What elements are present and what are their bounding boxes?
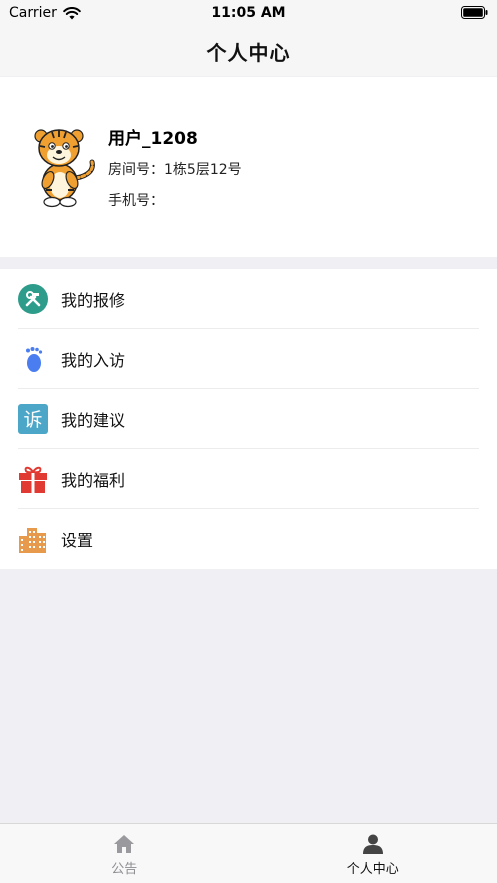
buildings-icon [18, 524, 48, 554]
menu-label-benefits: 我的福利 [61, 471, 126, 490]
status-bar: Carrier 11:05 AM [0, 0, 497, 26]
home-icon [114, 835, 135, 853]
tab-profile[interactable]: 个人中心 [249, 824, 497, 883]
gift-icon [18, 464, 48, 494]
footprint-icon [18, 344, 48, 374]
phone-number: 手机号： [108, 193, 164, 209]
tab-announcements[interactable]: 公告 [0, 824, 249, 883]
menu-label-visits: 我的入访 [61, 351, 126, 370]
tab-label-profile: 个人中心 [346, 862, 399, 877]
complaint-glyph: 诉 [23, 409, 42, 431]
menu-item-repair[interactable]: 我的报修 [0, 269, 497, 329]
menu-label-settings: 设置 [61, 531, 94, 550]
wrench-hammer-icon [18, 284, 48, 314]
battery-icon [461, 6, 488, 19]
menu-item-suggestions[interactable]: 诉 我的建议 [0, 389, 497, 449]
username: 用户_1208 [108, 129, 198, 149]
status-time: 11:05 AM [211, 5, 286, 21]
tiger-avatar-icon[interactable] [22, 122, 98, 208]
person-icon [362, 834, 383, 854]
page-title: 个人中心 [206, 40, 291, 65]
complaint-icon: 诉 [18, 404, 48, 434]
room-number: 房间号：1栋5层12号 [108, 162, 242, 178]
menu-label-repair: 我的报修 [61, 291, 126, 310]
menu-item-visits[interactable]: 我的入访 [0, 329, 497, 389]
tab-label-announcements: 公告 [111, 862, 138, 877]
screen: Carrier 11:05 AM 个人中心 用户_1208 房间号：1栋5层12… [0, 0, 497, 883]
nav-bar: 个人中心 [0, 26, 497, 76]
menu-item-benefits[interactable]: 我的福利 [0, 449, 497, 509]
menu-item-settings[interactable]: 设置 [0, 509, 497, 569]
tab-bar: 公告 个人中心 [0, 823, 497, 883]
profile-card[interactable]: 用户_1208 房间号：1栋5层12号 手机号： [0, 77, 497, 257]
menu-list: 我的报修 我的入访 诉 我的建议 我的福利 设置 [0, 269, 497, 569]
menu-label-suggestions: 我的建议 [61, 411, 126, 430]
